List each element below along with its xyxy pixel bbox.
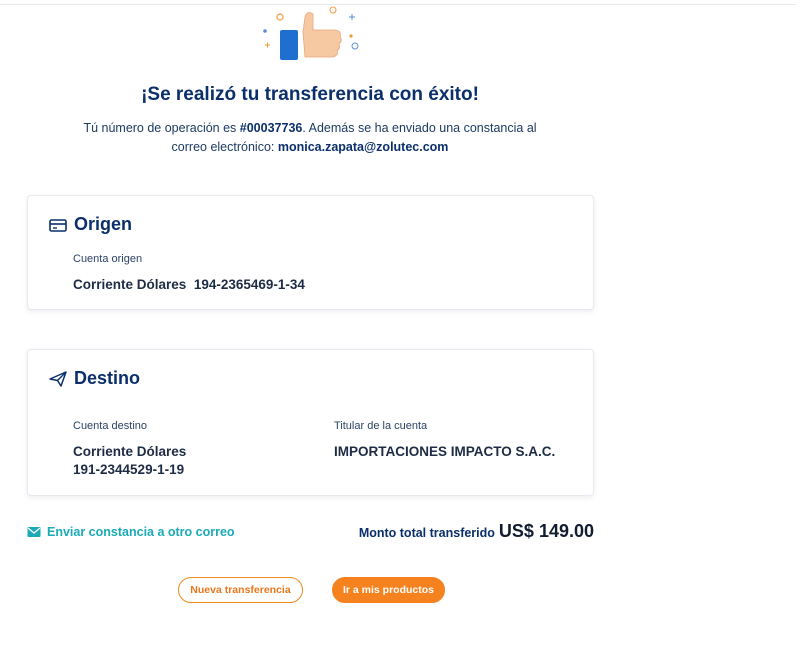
top-divider: [0, 0, 796, 5]
send-receipt-link[interactable]: Enviar constancia a otro correo: [27, 525, 235, 539]
destination-title: Destino: [74, 368, 141, 388]
origin-account-value: Corriente Dólares 194-2365469-1-34: [73, 276, 305, 294]
origin-account-type: Corriente Dólares: [73, 277, 187, 292]
operation-message: Tú número de operación es #00037736. Ade…: [40, 119, 580, 157]
operation-middle: . Además se ha enviado una constancia al: [302, 121, 537, 135]
email-prefix: correo electrónico:: [171, 140, 278, 154]
email-address: monica.zapata@zolutec.com: [277, 140, 449, 154]
destination-account-label: Cuenta destino: [73, 420, 147, 432]
new-transfer-button[interactable]: Nueva transferencia: [178, 577, 303, 603]
total-transferred: Monto total transferido US$ 149.00: [359, 521, 594, 542]
destination-header: Destino: [48, 368, 140, 389]
success-title: ¡Se realizó tu transferencia con éxito!: [141, 84, 479, 105]
operation-prefix: Tú número de operación es: [83, 121, 240, 135]
destination-account-number: 191-2344529-1-19: [73, 462, 185, 477]
origin-card: Origen Cuenta origen Corriente Dólares 1…: [27, 195, 594, 310]
envelope-icon: [27, 527, 41, 537]
destination-account-value: Corriente Dólares 191-2344529-1-19: [73, 443, 186, 479]
paper-plane-icon: [49, 370, 67, 387]
destination-card: Destino Cuenta destino Corriente Dólares…: [27, 349, 594, 496]
origin-account-number: 194-2365469-1-34: [193, 277, 305, 292]
card-icon: [49, 218, 67, 232]
thumbs-up-icon: [263, 6, 359, 60]
origin-account-label: Cuenta origen: [73, 253, 143, 265]
destination-account-type: Corriente Dólares: [73, 444, 187, 459]
holder-name: IMPORTACIONES IMPACTO S.A.C.: [334, 444, 556, 459]
total-label: Monto total transferido: [358, 526, 495, 540]
total-amount: US$ 149.00: [498, 521, 594, 541]
origin-title: Origen: [74, 214, 133, 234]
origin-header: Origen: [48, 214, 132, 235]
holder-label: Titular de la cuenta: [334, 420, 428, 432]
go-to-products-button[interactable]: Ir a mis productos: [332, 577, 445, 603]
send-receipt-label: Enviar constancia a otro correo: [47, 525, 235, 539]
operation-number: #00037736: [239, 121, 303, 135]
